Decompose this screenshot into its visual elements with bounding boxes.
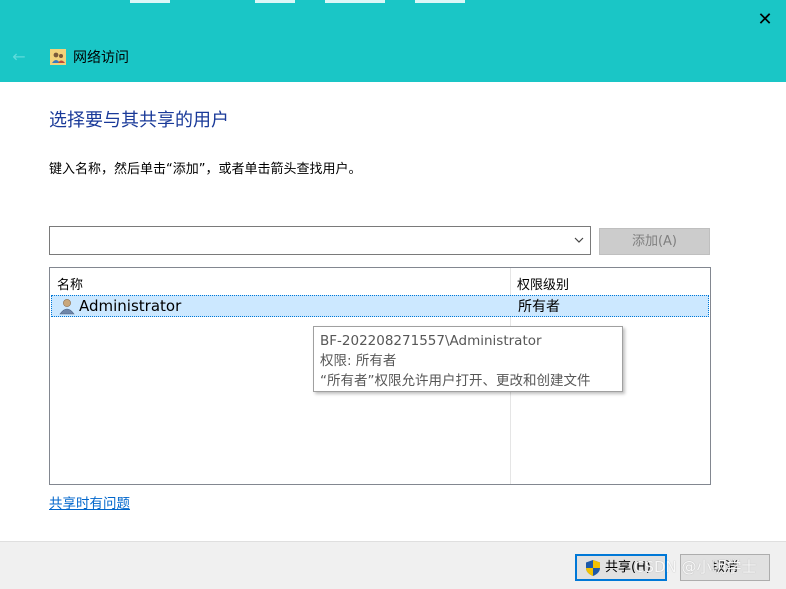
table-row[interactable]: Administrator 所有者 [51, 295, 709, 317]
add-button[interactable]: 添加(A) [599, 228, 710, 255]
sharing-help-link[interactable]: 共享时有问题 [49, 495, 130, 513]
instruction-text: 键入名称，然后单击“添加”，或者单击箭头查找用户。 [49, 162, 362, 177]
tooltip-description: “所有者”权限允许用户打开、更改和创建文件 [320, 373, 591, 389]
chevron-down-icon[interactable] [572, 232, 586, 248]
taskbar-strip [0, 0, 786, 4]
page-heading: 选择要与其共享的用户 [49, 110, 229, 131]
network-users-icon [50, 49, 66, 65]
back-button[interactable]: ← [8, 46, 30, 68]
list-header: 名称 权限级别 [50, 268, 710, 294]
user-icon [59, 299, 75, 315]
back-arrow-icon: ← [12, 47, 26, 66]
watermark: CSDN @小明学士 [634, 558, 757, 576]
window-title: 网络访问 [73, 50, 129, 66]
network-access-dialog: ← 网络访问 ✕ 选择要与其共享的用户 键入名称，然后单击“添加”，或者单击箭头… [0, 0, 786, 589]
close-icon: ✕ [757, 9, 773, 30]
user-combobox[interactable] [49, 226, 591, 255]
title-bar: ← 网络访问 ✕ [0, 0, 786, 82]
row-permission: 所有者 [518, 299, 560, 315]
close-button[interactable]: ✕ [752, 8, 778, 34]
row-user-name: Administrator [79, 297, 182, 315]
tooltip-permission: 权限: 所有者 [320, 353, 397, 369]
uac-shield-icon [586, 560, 600, 576]
column-header-name[interactable]: 名称 [57, 274, 83, 293]
tooltip-account: BF-202208271557\Administrator [320, 333, 542, 349]
user-tooltip: BF-202208271557\Administrator 权限: 所有者 “所… [313, 326, 623, 392]
column-header-permission[interactable]: 权限级别 [517, 274, 569, 293]
